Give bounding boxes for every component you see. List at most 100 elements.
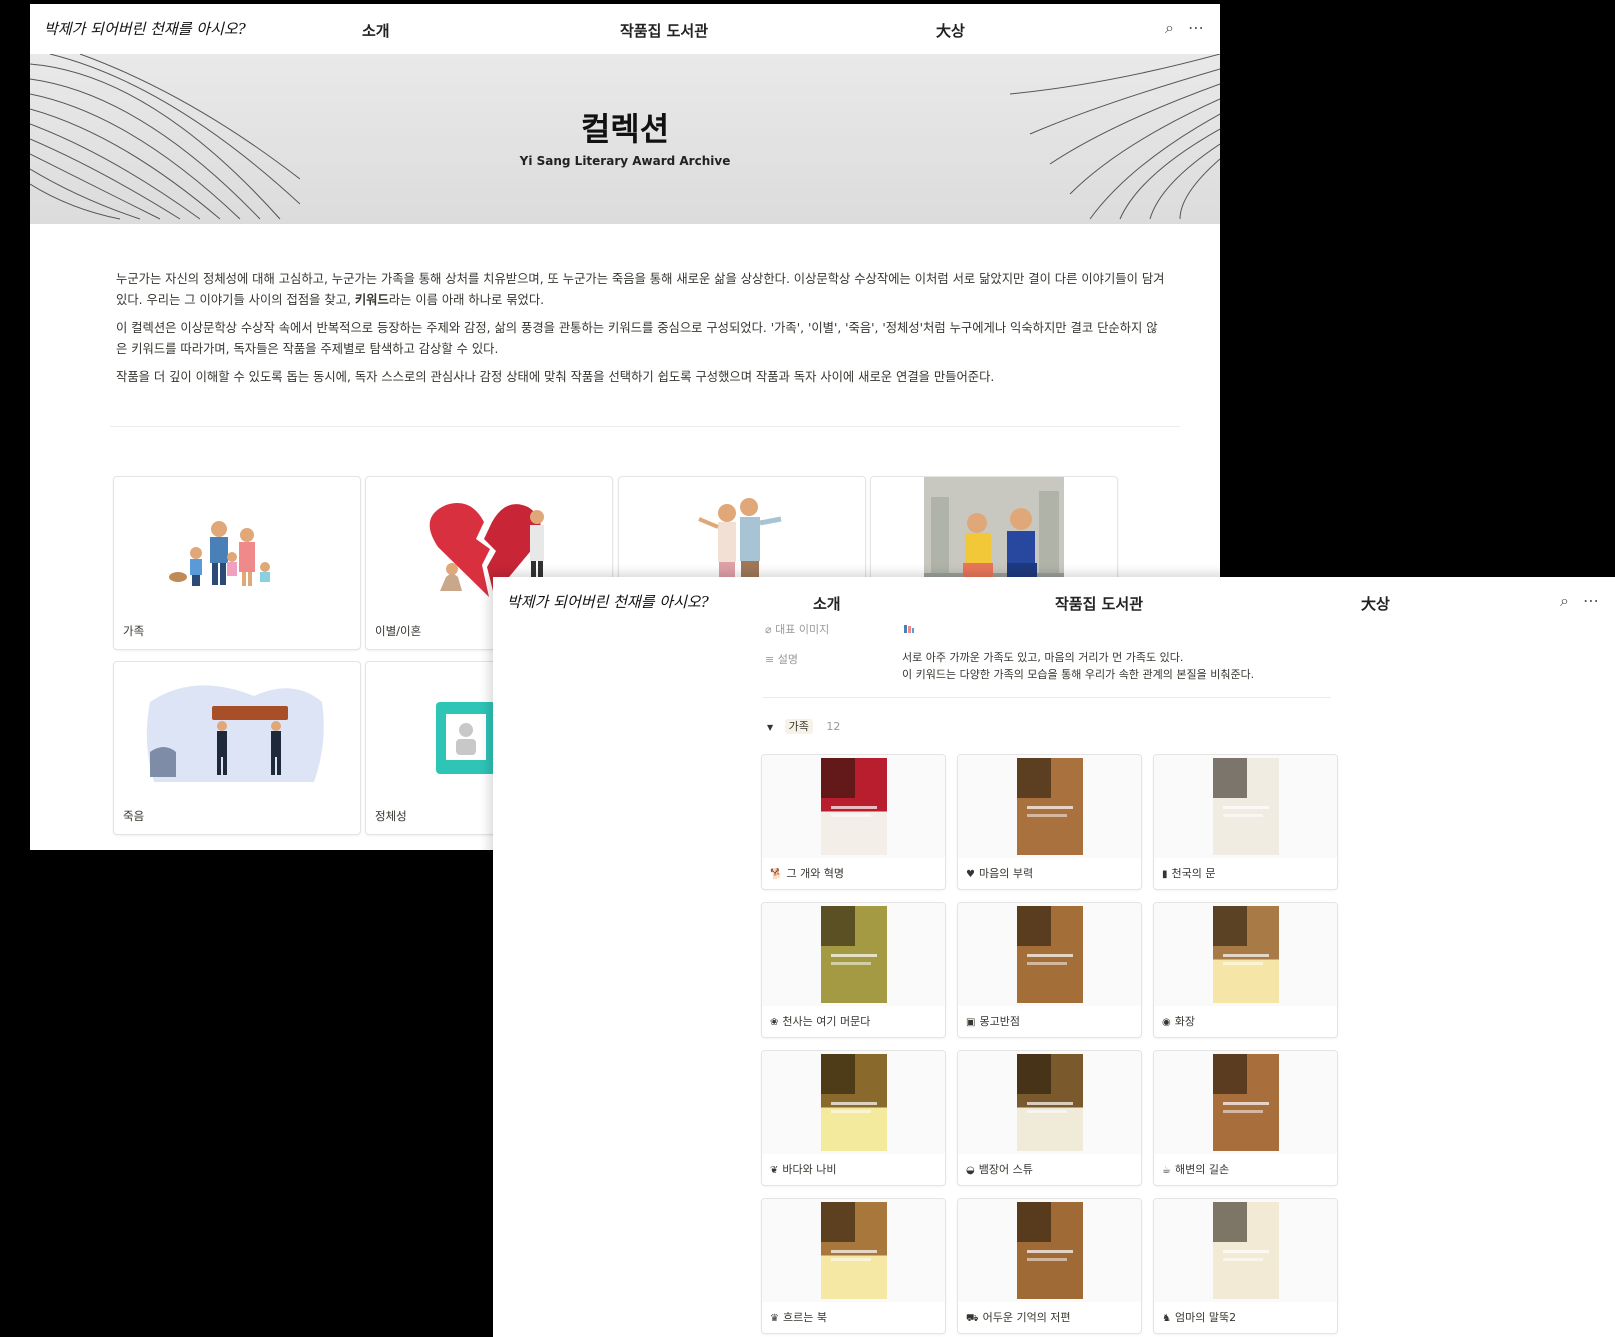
book-card[interactable]: ❀ 천사는 여기 머문다 bbox=[761, 902, 946, 1038]
top-nav: 박제가 되어버린 천재를 아시오? 소개 작품집 도서관 大상 ⌕ ⋯ bbox=[30, 4, 1220, 55]
book-card[interactable]: ▮ 천국의 문 bbox=[1153, 754, 1338, 890]
book-card[interactable]: ◉ 화장 bbox=[1153, 902, 1338, 1038]
book-cover bbox=[820, 1054, 887, 1151]
book-title: ▣ 몽고반점 bbox=[966, 1015, 1020, 1028]
book-icon: ♞ bbox=[1162, 1313, 1171, 1324]
book-icon: ❦ bbox=[770, 1165, 779, 1176]
book-title: ♥ 마음의 부력 bbox=[966, 867, 1034, 880]
book-icon: ♥ bbox=[966, 869, 975, 880]
text-lines-icon: ≡ bbox=[765, 653, 775, 666]
intro-text: 누군가는 자신의 정체성에 대해 고심하고, 누군가는 가족을 통해 상처를 치… bbox=[116, 269, 1166, 395]
book-icon: ◉ bbox=[1162, 1017, 1171, 1028]
book-cover bbox=[1016, 1202, 1083, 1299]
book-cover-area bbox=[762, 1199, 945, 1302]
book-card[interactable]: ▣ 몽고반점 bbox=[957, 902, 1142, 1038]
collection-label-death: 죽음 bbox=[123, 809, 145, 823]
book-cover-area bbox=[762, 755, 945, 858]
group-header[interactable]: ▼ 가족 12 bbox=[767, 718, 840, 734]
top-nav: 박제가 되어버린 천재를 아시오? 소개 작품집 도서관 大상 ⌕ ⋯ bbox=[493, 577, 1615, 627]
property-image-value[interactable] bbox=[902, 621, 916, 638]
collection-card-death[interactable]: 죽음 죽음 bbox=[113, 661, 361, 835]
book-title: ▮ 천국의 문 bbox=[1162, 867, 1216, 880]
book-cover bbox=[1016, 906, 1083, 1003]
funeral-illustration bbox=[146, 685, 324, 782]
book-title: ❀ 천사는 여기 머문다 bbox=[770, 1015, 871, 1028]
book-cover bbox=[1016, 758, 1083, 855]
book-card[interactable]: ❦ 바다와 나비 bbox=[761, 1050, 946, 1186]
book-cover-area bbox=[1154, 1199, 1337, 1302]
nav-icons: ⌕ ⋯ bbox=[1165, 18, 1204, 38]
nav-icons: ⌕ ⋯ bbox=[1560, 591, 1599, 611]
book-cover bbox=[820, 906, 887, 1003]
book-icon: ❀ bbox=[770, 1017, 779, 1028]
book-card[interactable]: 🐕 그 개와 혁명 bbox=[761, 754, 946, 890]
book-cover-area bbox=[958, 903, 1141, 1006]
attachment-icon: ⌀ bbox=[765, 623, 772, 636]
book-icon: ◒ bbox=[966, 1165, 975, 1176]
book-title: ☕ 해변의 길손 bbox=[1162, 1163, 1230, 1176]
nav-link-intro[interactable]: 소개 bbox=[813, 593, 841, 614]
book-cover bbox=[1212, 1054, 1279, 1151]
nav-link-grand-prize[interactable]: 大상 bbox=[1361, 593, 1390, 614]
site-brand[interactable]: 박제가 되어버린 천재를 아시오? bbox=[507, 591, 709, 612]
intro-paragraph-3: 작품을 더 깊이 이해할 수 있도록 돕는 동시에, 독자 스스로의 관심사나 … bbox=[116, 370, 995, 384]
property-image: ⌀ 대표 이미지 bbox=[765, 623, 830, 636]
keyword-emphasis: 키워드 bbox=[354, 293, 389, 307]
book-title: ♞ 엄마의 말뚝2 bbox=[1162, 1311, 1237, 1324]
nav-link-library[interactable]: 작품집 도서관 bbox=[1055, 593, 1143, 614]
family-illustration bbox=[169, 521, 270, 586]
nav-link-library[interactable]: 작품집 도서관 bbox=[620, 20, 708, 41]
book-cover-area bbox=[1154, 903, 1337, 1006]
cover-banner: 컬렉션 Yi Sang Literary Award Archive bbox=[30, 54, 1220, 224]
book-icon: ⛟ bbox=[966, 1313, 979, 1324]
collection-label: 정체성 bbox=[375, 809, 407, 823]
book-cover-area bbox=[1154, 755, 1337, 858]
banner-subtitle: Yi Sang Literary Award Archive bbox=[519, 154, 731, 168]
divider bbox=[110, 426, 1180, 427]
book-title: 🐕 그 개와 혁명 bbox=[770, 867, 845, 880]
group-count: 12 bbox=[826, 720, 841, 733]
book-cover bbox=[820, 758, 887, 855]
book-card[interactable]: ⛟ 어두운 기억의 저편 bbox=[957, 1198, 1142, 1334]
intro-paragraph-1: 누군가는 자신의 정체성에 대해 고심하고, 누군가는 가족을 통해 상처를 치… bbox=[116, 272, 1165, 307]
book-cover-area bbox=[762, 1051, 945, 1154]
collection-card-family[interactable]: 가족 bbox=[113, 476, 361, 650]
book-cover bbox=[1016, 1054, 1083, 1151]
book-card[interactable]: ♥ 마음의 부력 bbox=[957, 754, 1142, 890]
more-icon[interactable]: ⋯ bbox=[1583, 591, 1599, 611]
nav-link-grand-prize[interactable]: 大상 bbox=[936, 20, 965, 41]
book-card[interactable]: ♛ 흐르는 북 bbox=[761, 1198, 946, 1334]
book-icon: ♛ bbox=[770, 1313, 779, 1324]
book-card[interactable]: ☕ 해변의 길손 bbox=[1153, 1050, 1338, 1186]
book-cover bbox=[1212, 906, 1279, 1003]
triangle-down-icon[interactable]: ▼ bbox=[767, 723, 773, 732]
book-title: ◒ 뱀장어 스튜 bbox=[966, 1163, 1033, 1176]
group-label: 가족 bbox=[784, 719, 813, 734]
more-icon[interactable]: ⋯ bbox=[1188, 18, 1204, 38]
property-description-value: 서로 아주 가까운 가족도 있고, 마음의 거리가 먼 가족도 있다. 이 키워… bbox=[902, 651, 1255, 681]
book-cover-area bbox=[958, 755, 1141, 858]
book-icon: ▣ bbox=[966, 1017, 976, 1028]
family-thumb-icon bbox=[904, 625, 914, 633]
book-title: ⛟ 어두운 기억의 저편 bbox=[966, 1311, 1071, 1324]
search-icon[interactable]: ⌕ bbox=[1165, 18, 1174, 38]
nav-link-intro[interactable]: 소개 bbox=[362, 20, 390, 41]
book-cover-area bbox=[762, 903, 945, 1006]
property-description: ≡ 설명 bbox=[765, 653, 798, 666]
book-cover bbox=[820, 1202, 887, 1299]
book-cover bbox=[1212, 758, 1279, 855]
banner-title: 컬렉션 bbox=[580, 110, 670, 148]
family-detail-window: 박제가 되어버린 천재를 아시오? 소개 작품집 도서관 大상 ⌕ ⋯ ⌀ 대표… bbox=[493, 577, 1615, 1337]
book-cover bbox=[1212, 1202, 1279, 1299]
book-card[interactable]: ♞ 엄마의 말뚝2 bbox=[1153, 1198, 1338, 1334]
collection-label: 이별/이혼 bbox=[375, 624, 422, 638]
book-cover-area bbox=[1154, 1051, 1337, 1154]
intro-paragraph-2: 이 컬렉션은 이상문학상 수상작 속에서 반복적으로 등장하는 주제와 감정, … bbox=[116, 321, 1158, 356]
book-icon: ☕ bbox=[1162, 1165, 1171, 1176]
book-card[interactable]: ◒ 뱀장어 스튜 bbox=[957, 1050, 1142, 1186]
book-title: ❦ 바다와 나비 bbox=[770, 1163, 837, 1176]
site-brand[interactable]: 박제가 되어버린 천재를 아시오? bbox=[44, 18, 246, 39]
book-title: ◉ 화장 bbox=[1162, 1015, 1195, 1028]
search-icon[interactable]: ⌕ bbox=[1560, 591, 1569, 611]
book-cover-area bbox=[958, 1199, 1141, 1302]
